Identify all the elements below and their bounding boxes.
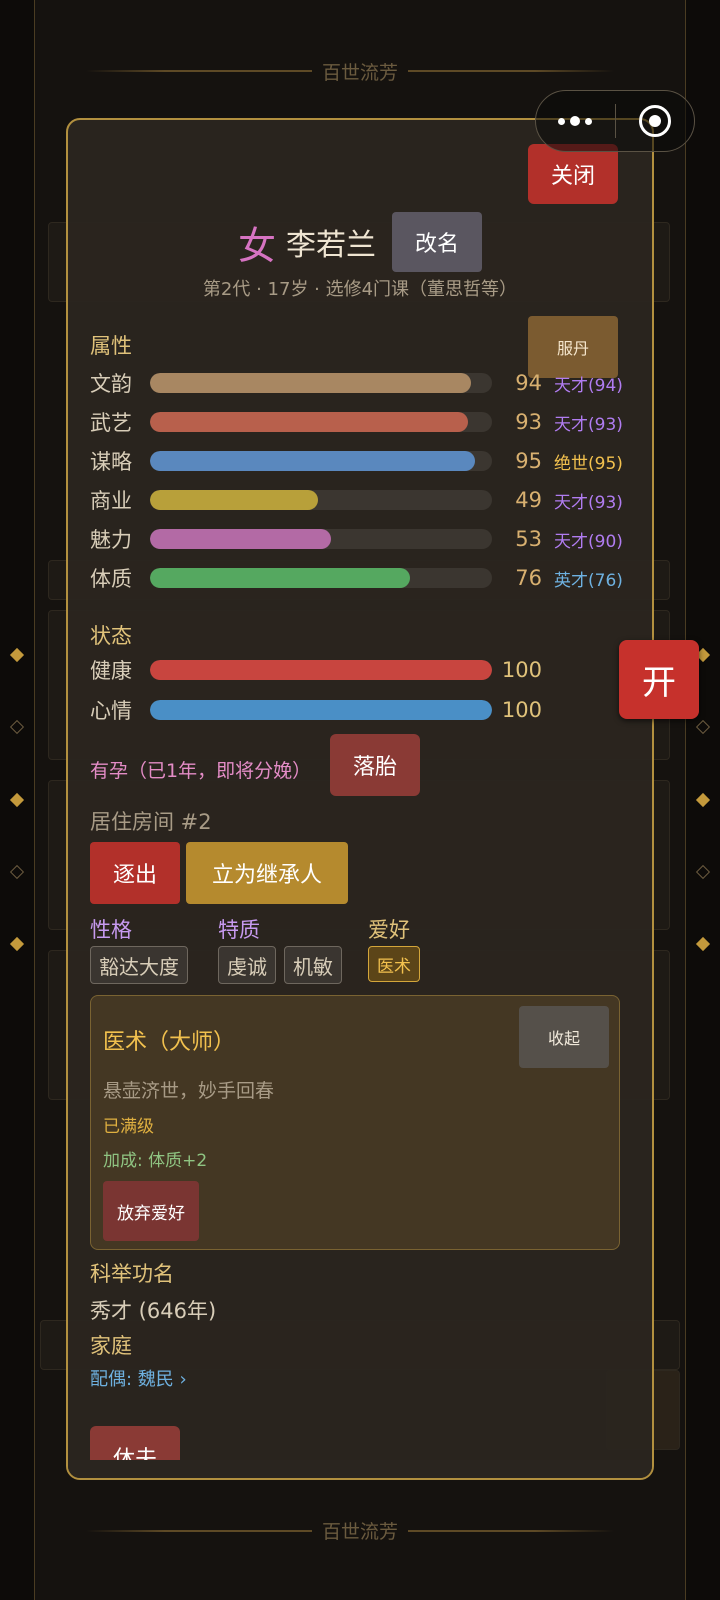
hobby-title: 医术（大师） xyxy=(103,1030,236,1055)
side-ornament xyxy=(695,936,711,952)
attribute-tag: 天才(94) xyxy=(554,375,623,396)
attribute-bar-fill xyxy=(150,412,469,432)
attribute-tag: 天才(93) xyxy=(554,492,623,513)
attribute-name: 文韵 xyxy=(90,372,132,396)
attribute-name: 魅力 xyxy=(90,528,132,552)
attribute-bar xyxy=(150,373,492,393)
target-exit-icon xyxy=(638,105,671,137)
exam-value: 秀才 (646年) xyxy=(90,1299,217,1323)
attribute-value: 94 xyxy=(515,371,542,395)
attribute-bar xyxy=(150,568,492,588)
more-menu-button[interactable] xyxy=(536,91,615,151)
trait-chip[interactable]: 机敏 xyxy=(284,946,342,984)
game-title-top: 百世流芳 xyxy=(0,58,720,85)
status-bar xyxy=(150,660,492,680)
exit-button[interactable] xyxy=(616,91,695,151)
miniprogram-capsule xyxy=(535,90,695,152)
room-info: 居住房间 #2 xyxy=(90,810,212,834)
attribute-value: 76 xyxy=(515,566,542,590)
attribute-value: 95 xyxy=(515,449,542,473)
attribute-name: 谋略 xyxy=(90,450,132,474)
hobby-detail-card: 医术（大师） 收起 悬壶济世，妙手回春 已满级 加成: 体质+2 放弃爱好 xyxy=(90,995,620,1250)
more-dots-icon xyxy=(558,116,593,126)
status-bar-fill xyxy=(150,660,492,680)
pregnancy-status: 有孕（已1年，即将分娩） xyxy=(90,760,312,782)
attribute-bar xyxy=(150,529,492,549)
attribute-bar xyxy=(150,490,492,510)
status-name: 健康 xyxy=(90,659,132,683)
attribute-name: 商业 xyxy=(90,489,132,513)
attribute-bar-fill xyxy=(150,373,472,393)
attribute-row: 谋略 95 绝世(95) xyxy=(90,446,630,476)
side-ornament xyxy=(695,719,711,735)
attribute-value: 93 xyxy=(515,410,542,434)
side-ornament xyxy=(9,719,25,735)
status-value: 100 xyxy=(501,698,542,722)
set-heir-button[interactable]: 立为继承人 xyxy=(186,842,348,904)
gender-label: 女 xyxy=(237,223,276,268)
hobby-bonus: 加成: 体质+2 xyxy=(103,1151,208,1171)
attribute-bar xyxy=(150,451,492,471)
abort-button[interactable]: 落胎 xyxy=(330,734,420,796)
side-ornament xyxy=(695,864,711,880)
spouse-link[interactable]: 配偶: 魏民 › xyxy=(90,1365,187,1391)
attribute-tag: 天才(90) xyxy=(554,531,623,552)
status-row: 心情 100 xyxy=(90,695,630,725)
character-subinfo: 第2代 · 17岁 · 选修4门课（董思哲等） xyxy=(202,279,518,300)
side-ornament xyxy=(9,936,25,952)
hobby-chip[interactable]: 医术 xyxy=(368,946,420,982)
status-value: 100 xyxy=(501,658,542,682)
attribute-value: 49 xyxy=(515,488,542,512)
attribute-bar-fill xyxy=(150,529,332,549)
personality-heading: 性格 xyxy=(90,918,132,942)
family-heading: 家庭 xyxy=(90,1334,132,1358)
attributes-heading: 属性 xyxy=(90,334,132,358)
attribute-value: 53 xyxy=(515,527,542,551)
attribute-tag: 绝世(95) xyxy=(554,453,623,474)
attribute-row: 商业 49 天才(93) xyxy=(90,485,630,515)
character-detail-modal: 关闭 女 李若兰 改名 第2代 · 17岁 · 选修4门课（董思哲等） 属性 服… xyxy=(66,118,654,1480)
attribute-bar-fill xyxy=(150,568,410,588)
status-bar-fill xyxy=(150,700,492,720)
expel-button[interactable]: 逐出 xyxy=(90,842,180,904)
traits-heading: 特质 xyxy=(218,918,260,942)
close-button[interactable]: 关闭 xyxy=(528,144,618,204)
attribute-row: 体质 76 英才(76) xyxy=(90,563,630,593)
attribute-bar-fill xyxy=(150,451,475,471)
status-name: 心情 xyxy=(90,699,132,723)
attribute-tag: 英才(76) xyxy=(554,570,623,591)
attribute-tag: 天才(93) xyxy=(554,414,623,435)
side-ornament xyxy=(695,792,711,808)
attribute-bar xyxy=(150,412,492,432)
attribute-row: 文韵 94 天才(94) xyxy=(90,368,630,398)
attribute-name: 武艺 xyxy=(90,411,132,435)
side-ornament xyxy=(9,864,25,880)
status-bar xyxy=(150,700,492,720)
hobby-max-level: 已满级 xyxy=(103,1117,154,1137)
status-heading: 状态 xyxy=(90,624,132,648)
side-ornament xyxy=(9,647,25,663)
open-button[interactable]: 开 xyxy=(619,640,699,719)
personality-chip[interactable]: 豁达大度 xyxy=(90,946,188,984)
abandon-hobby-button[interactable]: 放弃爱好 xyxy=(103,1181,199,1241)
collapse-button[interactable]: 收起 xyxy=(519,1006,609,1068)
hobby-heading: 爱好 xyxy=(368,918,410,942)
character-name: 李若兰 xyxy=(286,228,376,263)
rename-button[interactable]: 改名 xyxy=(392,212,482,272)
status-row: 健康 100 xyxy=(90,655,630,685)
side-ornament xyxy=(9,792,25,808)
game-title-bottom: 百世流芳 xyxy=(0,1517,720,1544)
hobby-description: 悬壶济世，妙手回春 xyxy=(103,1080,275,1102)
exam-heading: 科举功名 xyxy=(90,1262,174,1286)
modal-scroll-clip xyxy=(68,1460,652,1478)
attribute-bar-fill xyxy=(150,490,318,510)
attribute-name: 体质 xyxy=(90,567,132,591)
attribute-row: 武艺 93 天才(93) xyxy=(90,407,630,437)
trait-chip[interactable]: 虔诚 xyxy=(218,946,276,984)
name-row: 女 李若兰 改名 xyxy=(68,212,652,272)
attribute-row: 魅力 53 天才(90) xyxy=(90,524,630,554)
